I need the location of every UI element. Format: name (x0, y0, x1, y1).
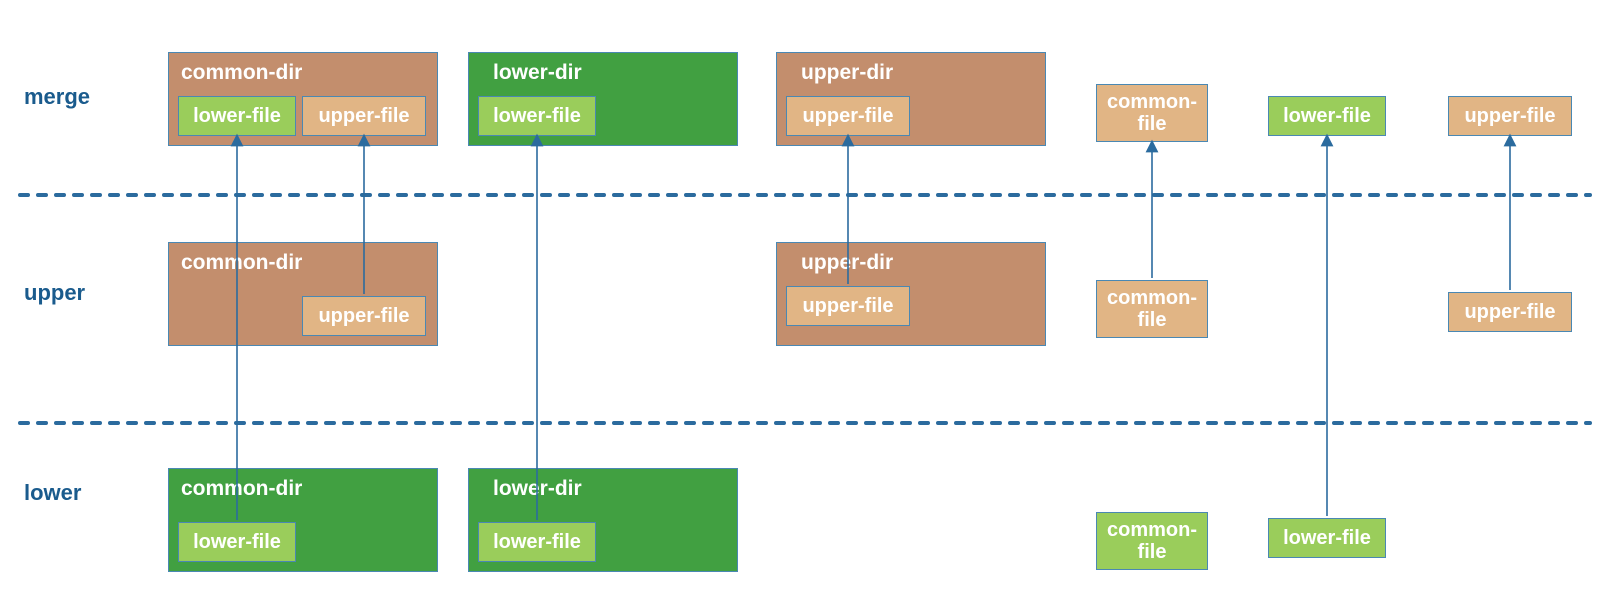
row-label-upper: upper (24, 280, 85, 306)
merge-common-dir-upper-file: upper-file (302, 96, 426, 136)
merge-common-dir-lower-file: lower-file (178, 96, 296, 136)
overlayfs-diagram: merge upper lower common-dir lower-file … (0, 0, 1602, 594)
upper-upper-dir-title: upper-dir (801, 251, 1035, 275)
merge-lower-dir-title: lower-dir (493, 61, 727, 85)
merge-lower-file: lower-file (1268, 96, 1386, 136)
lower-common-dir-title: common-dir (181, 477, 427, 501)
row-label-merge: merge (24, 84, 90, 110)
merge-upper-file: upper-file (1448, 96, 1572, 136)
merge-common-file: common- file (1096, 84, 1208, 142)
lower-lower-dir-title: lower-dir (493, 477, 727, 501)
merge-common-dir-title: common-dir (181, 61, 427, 85)
lower-lower-dir-lower-file: lower-file (478, 522, 596, 562)
lower-lower-file: lower-file (1268, 518, 1386, 558)
merge-lower-dir-lower-file: lower-file (478, 96, 596, 136)
row-label-lower: lower (24, 480, 81, 506)
upper-common-file: common- file (1096, 280, 1208, 338)
lower-common-file: common- file (1096, 512, 1208, 570)
merge-upper-dir-title: upper-dir (801, 61, 1035, 85)
upper-upper-file: upper-file (1448, 292, 1572, 332)
upper-upper-dir-upper-file: upper-file (786, 286, 910, 326)
upper-common-dir-title: common-dir (181, 251, 427, 275)
merge-upper-dir-upper-file: upper-file (786, 96, 910, 136)
lower-common-dir-lower-file: lower-file (178, 522, 296, 562)
upper-common-dir-upper-file: upper-file (302, 296, 426, 336)
